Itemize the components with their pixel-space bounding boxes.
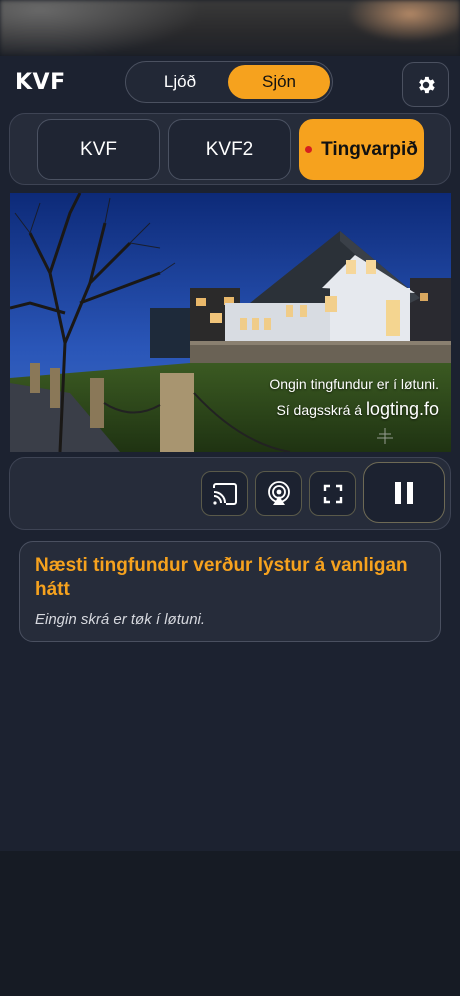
mode-toggle: Ljóð Sjón xyxy=(125,61,333,103)
mode-radio-button[interactable]: Ljóð xyxy=(129,65,231,99)
cast-icon xyxy=(212,482,237,505)
tab-kvf[interactable]: KVF xyxy=(37,119,160,180)
tab-tingvarpid[interactable]: Tingvarpið xyxy=(299,119,424,180)
program-info-title: Næsti tingfundur verður lýstur á vanliga… xyxy=(35,555,408,600)
video-player[interactable]: Ongin tingfundur er í løtuni. Sí dagsskr… xyxy=(10,193,451,452)
mode-tv-button[interactable]: Sjón xyxy=(228,65,330,99)
channel-tabs: KVF KVF2 Tingvarpið xyxy=(9,113,451,185)
kvf-logo: KVF xyxy=(15,70,66,95)
pause-icon xyxy=(395,481,413,504)
header: KVF Ljóð Sjón xyxy=(0,56,460,112)
gear-icon xyxy=(418,76,435,93)
fullscreen-button[interactable] xyxy=(309,471,356,516)
program-info-subtitle: Eingin skrá er tøk í løtuni. xyxy=(35,611,206,628)
live-indicator xyxy=(305,146,313,153)
cast-button[interactable] xyxy=(201,471,248,516)
video-overlay-link: logting.fo xyxy=(365,399,439,419)
airplay-button[interactable] xyxy=(255,471,302,516)
video-overlay-message: Ongin tingfundur er í løtuni. xyxy=(269,376,439,392)
tab-label: KVF2 xyxy=(205,138,254,160)
bottom-area xyxy=(0,851,460,996)
video-overlay-schedule: Sí dagsskrá á logting.fo xyxy=(276,399,439,420)
airplay-icon xyxy=(267,480,290,505)
fullscreen-icon xyxy=(323,484,342,503)
status-bar-area xyxy=(0,0,460,56)
program-info-card: Næsti tingfundur verður lýstur á vanliga… xyxy=(19,541,441,642)
tab-kvf2[interactable]: KVF2 xyxy=(168,119,291,180)
player-controls xyxy=(9,457,451,530)
app-container: KVF Ljóð Sjón KVF KVF2 Tingvarpið Ongin … xyxy=(0,56,460,851)
tab-label: KVF xyxy=(80,138,117,160)
tab-label: Tingvarpið xyxy=(321,138,418,160)
settings-button[interactable] xyxy=(402,62,449,107)
video-overlay-prefix: Sí dagsskrá á xyxy=(276,402,363,418)
pause-button[interactable] xyxy=(363,462,445,523)
